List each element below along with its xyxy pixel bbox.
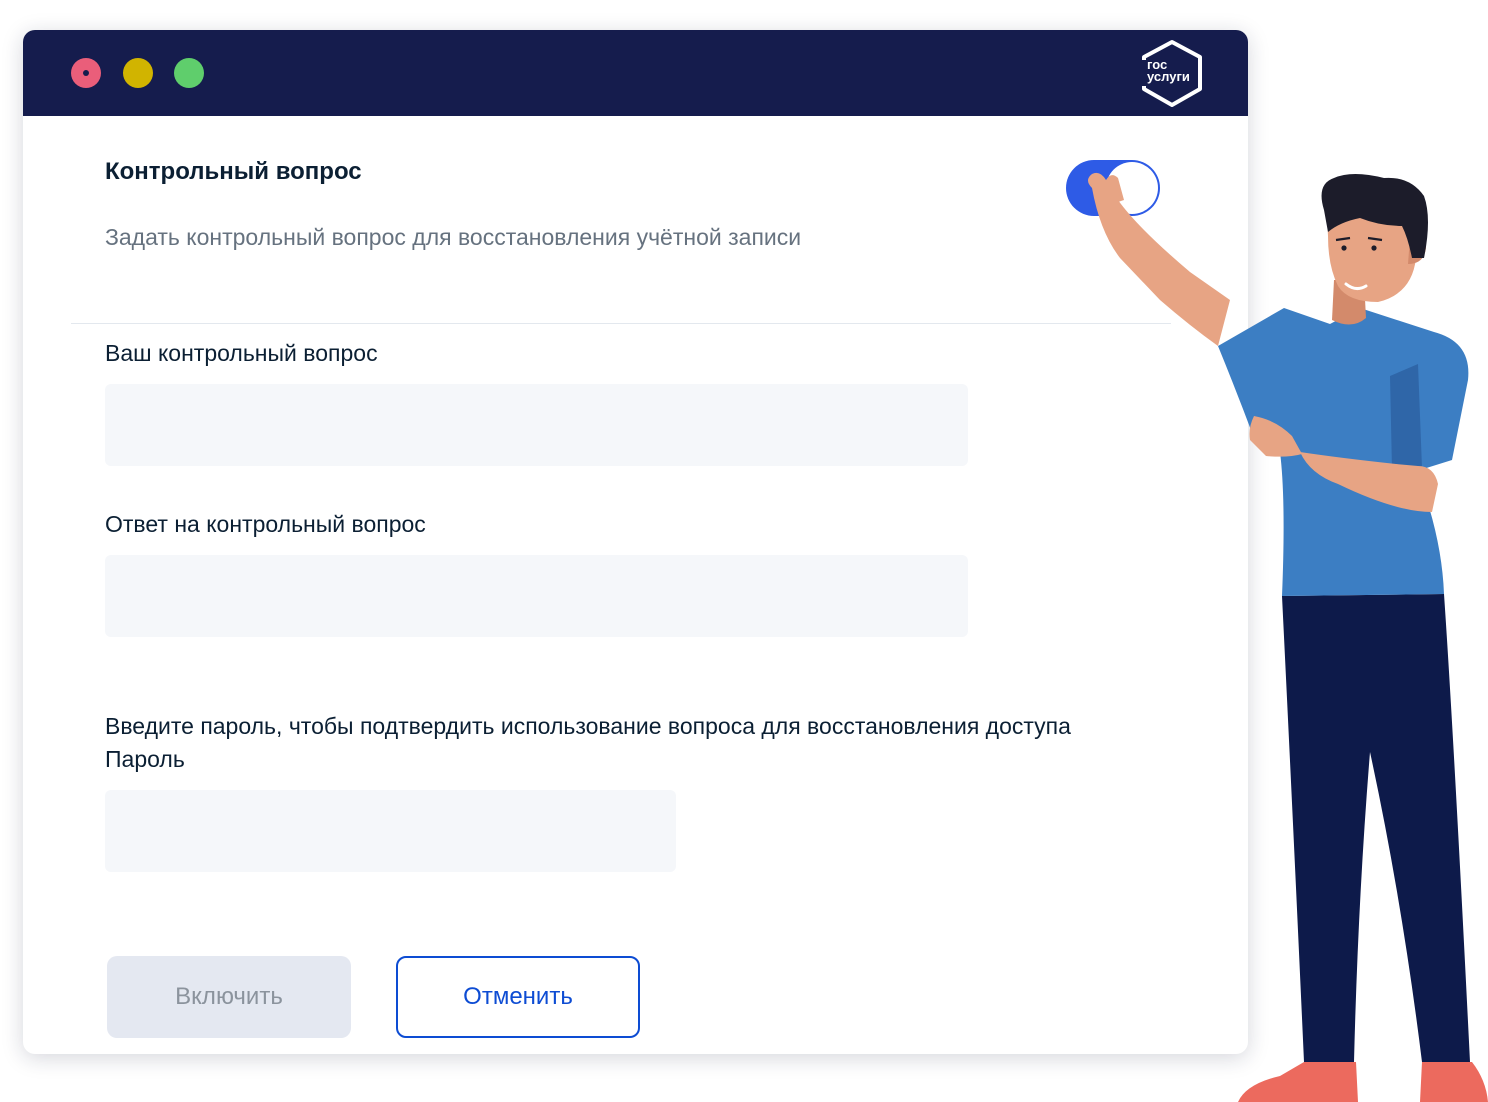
section-title: Контрольный вопрос — [105, 158, 362, 185]
cancel-button[interactable]: Отменить — [396, 956, 640, 1038]
close-window-button[interactable] — [71, 58, 101, 88]
password-label: Пароль — [105, 746, 185, 772]
minimize-window-button[interactable] — [123, 58, 153, 88]
logo-text: гос услуги — [1147, 57, 1190, 84]
page: гос услуги Контрольный вопрос Задать конт… — [0, 0, 1488, 1102]
maximize-window-button[interactable] — [174, 58, 204, 88]
answer-label: Ответ на контрольный вопрос — [105, 511, 426, 537]
password-confirm-text: Введите пароль, чтобы подтвердить исполь… — [105, 713, 1071, 739]
enable-button[interactable]: Включить — [107, 956, 351, 1038]
gosuslugi-logo: гос услуги — [1136, 38, 1208, 110]
window-titlebar: гос услуги — [23, 30, 1248, 116]
section-description: Задать контрольный вопрос для восстановл… — [105, 224, 802, 250]
man-illustration — [1088, 172, 1488, 1102]
close-dot-icon — [83, 70, 89, 76]
section-divider — [71, 323, 1171, 324]
password-input[interactable] — [105, 790, 676, 872]
question-input[interactable] — [105, 384, 968, 466]
question-label: Ваш контрольный вопрос — [105, 340, 378, 366]
answer-input[interactable] — [105, 555, 968, 637]
